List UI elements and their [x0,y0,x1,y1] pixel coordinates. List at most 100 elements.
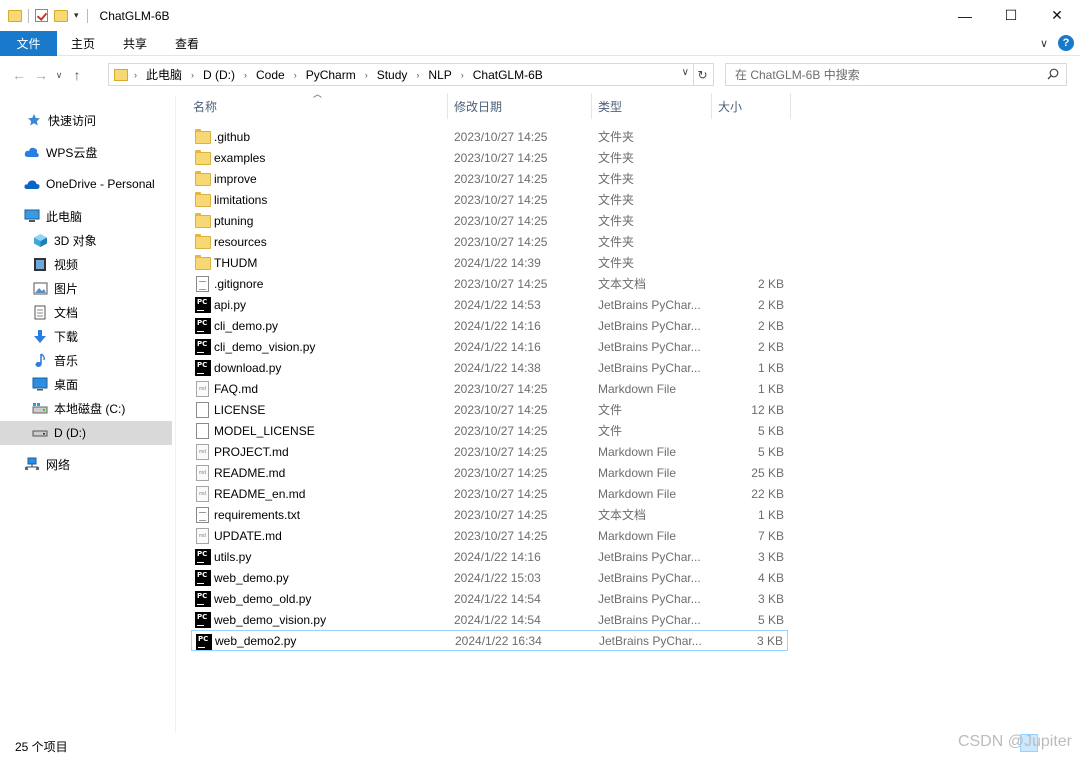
table-row[interactable]: limitations 2023/10/27 14:25 文件夹 [191,189,788,210]
table-row[interactable]: PC cli_demo.py 2024/1/22 14:16 JetBrains Py… [191,315,788,336]
table-row[interactable]: PC web_demo_vision.py 2024/1/22 14:54 JetBr… [191,609,788,630]
maximize-button[interactable]: ☐ [988,0,1034,31]
column-header-type[interactable]: 类型 [598,93,711,119]
file-type: 文件夹 [598,256,635,270]
help-icon[interactable]: ? [1058,35,1074,51]
chevron-right-icon[interactable]: › [461,70,464,80]
chevron-right-icon[interactable]: › [365,70,368,80]
sidebar-item-music[interactable]: 音乐 [0,349,172,371]
table-row[interactable]: .github 2023/10/27 14:25 文件夹 [191,126,788,147]
sidebar-item-drive-d[interactable]: D (D:) [0,421,172,445]
file-name: web_demo2.py [215,633,297,648]
sidebar-item-quick-access[interactable]: 快速访问 [0,109,172,131]
table-row[interactable]: PC api.py 2024/1/22 14:53 JetBrains PyChar.… [191,294,788,315]
back-arrow-icon[interactable]: ← [8,64,30,86]
sidebar-item-pictures[interactable]: 图片 [0,277,172,299]
chevron-right-icon[interactable]: › [244,70,247,80]
breadcrumb-item[interactable]: Code [256,68,285,82]
sidebar-item-local-disk-c[interactable]: 本地磁盘 (C:) [0,397,172,419]
file-type: 文件夹 [598,172,635,186]
sidebar-item-network[interactable]: 网络 [0,453,172,475]
file-type: 文件夹 [598,151,635,165]
table-row[interactable]: PC web_demo_old.py 2024/1/22 14:54 JetBrain… [191,588,788,609]
address-bar[interactable]: › 此电脑 › D (D:) › Code › PyCharm › Study … [108,63,714,86]
table-row[interactable]: md README_en.md 2023/10/27 14:25 Markdown F… [191,483,788,504]
breadcrumb-item[interactable]: 此电脑 [146,66,182,83]
close-button[interactable]: ✕ [1034,0,1080,31]
table-row[interactable]: md UPDATE.md 2023/10/27 14:25 Markdown File… [191,525,788,546]
expand-ribbon-chevron-icon[interactable]: ∨ [1040,37,1048,50]
search-box[interactable] [725,63,1067,86]
file-name: web_demo_vision.py [214,612,327,627]
file-type: 文件 [598,424,623,438]
table-row[interactable]: PC cli_demo_vision.py 2024/1/22 14:16 JetBr… [191,336,788,357]
column-divider[interactable] [447,93,448,119]
up-arrow-icon[interactable]: ↑ [66,64,88,86]
forward-arrow-icon[interactable]: → [30,64,52,86]
file-date: 2023/10/27 14:25 [454,444,548,459]
sidebar-item-wps-cloud[interactable]: WPS云盘 [0,141,172,163]
table-row[interactable]: examples 2023/10/27 14:25 文件夹 [191,147,788,168]
table-row[interactable]: md README.md 2023/10/27 14:25 Markdown File… [191,462,788,483]
file-size: 1 KB [757,360,784,375]
chevron-right-icon[interactable]: › [191,70,194,80]
properties-icon[interactable] [35,9,48,22]
table-row[interactable]: .gitignore 2023/10/27 14:25 文本文档 2 KB [191,273,788,294]
sidebar-item-documents[interactable]: 文档 [0,301,172,323]
table-row[interactable]: improve 2023/10/27 14:25 文件夹 [191,168,788,189]
column-divider[interactable] [790,93,791,119]
chevron-right-icon[interactable]: › [134,70,137,80]
minimize-button[interactable]: — [942,0,988,31]
column-header-size[interactable]: 大小 [718,93,790,119]
column-divider[interactable] [711,93,712,119]
refresh-icon[interactable]: ↻ [693,64,711,85]
customize-toolbar-dropdown[interactable]: ▾ [74,10,79,21]
recent-locations-chevron-icon[interactable]: ∨ [52,64,66,86]
table-row[interactable]: LICENSE 2023/10/27 14:25 文件 12 KB [191,399,788,420]
table-row[interactable]: resources 2023/10/27 14:25 文件夹 [191,231,788,252]
column-header-name[interactable]: 名称 [193,93,447,119]
table-row[interactable]: THUDM 2024/1/22 14:39 文件夹 [191,252,788,273]
table-row[interactable]: MODEL_LICENSE 2023/10/27 14:25 文件 5 KB [191,420,788,441]
chevron-right-icon[interactable]: › [416,70,419,80]
folder-icon[interactable] [8,9,22,22]
chevron-right-icon[interactable]: › [294,70,297,80]
tab-file[interactable]: 文件 [0,30,57,56]
tab-home[interactable]: 主页 [57,31,109,56]
file-date: 2024/1/22 14:16 [454,339,541,354]
column-divider[interactable] [591,93,592,119]
address-history-chevron-icon[interactable]: ∨ [682,67,689,78]
table-row[interactable]: PC web_demo2.py 2024/1/22 16:34 JetBrains P… [191,630,788,651]
table-row[interactable]: PC download.py 2024/1/22 14:38 JetBrains Py… [191,357,788,378]
text-file-icon [195,276,211,292]
sidebar-item-onedrive[interactable]: OneDrive - Personal [0,173,172,195]
new-folder-icon[interactable] [54,9,68,22]
music-icon [32,352,48,368]
breadcrumb-item[interactable]: Study [377,68,408,82]
table-row[interactable]: md FAQ.md 2023/10/27 14:25 Markdown File 1 K… [191,378,788,399]
file-name: web_demo.py [214,570,289,585]
sidebar-item-downloads[interactable]: 下载 [0,325,172,347]
file-size: 25 KB [751,465,784,480]
tab-share[interactable]: 共享 [109,31,161,56]
column-header-date[interactable]: 修改日期 [454,93,591,119]
table-row[interactable]: md PROJECT.md 2023/10/27 14:25 Markdown Fil… [191,441,788,462]
table-row[interactable]: PC utils.py 2024/1/22 14:16 JetBrains PyCha… [191,546,788,567]
file-name: download.py [214,360,282,375]
search-input[interactable] [735,67,1035,82]
tab-view[interactable]: 查看 [161,31,213,56]
sidebar-item-videos[interactable]: 视频 [0,253,172,275]
breadcrumb-item[interactable]: NLP [428,68,451,82]
table-row[interactable]: ptuning 2023/10/27 14:25 文件夹 [191,210,788,231]
search-icon[interactable] [1047,68,1059,80]
table-row[interactable]: PC web_demo.py 2024/1/22 15:03 JetBrains Py… [191,567,788,588]
breadcrumb-item[interactable]: ChatGLM-6B [473,68,543,82]
file-size: 12 KB [751,402,784,417]
sidebar-item-label: 音乐 [54,353,79,368]
sidebar-item-3d-objects[interactable]: 3D 对象 [0,229,172,251]
breadcrumb-item[interactable]: D (D:) [203,68,235,82]
table-row[interactable]: requirements.txt 2023/10/27 14:25 文本文档 1 KB [191,504,788,525]
sidebar-item-desktop[interactable]: 桌面 [0,373,172,395]
breadcrumb-item[interactable]: PyCharm [306,68,356,82]
sidebar-item-this-pc[interactable]: 此电脑 [0,205,172,227]
